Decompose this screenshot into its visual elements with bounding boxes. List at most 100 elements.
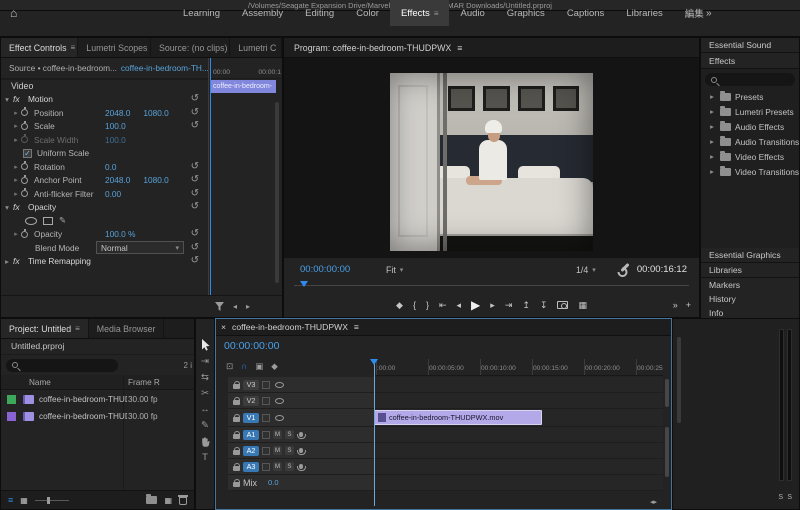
- label-color-green[interactable]: [7, 395, 16, 404]
- ellipse-mask-icon[interactable]: [25, 216, 37, 225]
- track-v3-header[interactable]: V3: [228, 377, 374, 393]
- new-item-button[interactable]: ▦: [164, 496, 172, 505]
- track-v1-badge[interactable]: V1: [243, 412, 259, 423]
- reset-motion-icon[interactable]: ↺: [191, 94, 199, 104]
- export-frame-button[interactable]: [557, 301, 569, 309]
- track-v2-badge[interactable]: V2: [243, 395, 259, 406]
- collapse-motion-icon[interactable]: ▾: [1, 95, 13, 104]
- position-x-value[interactable]: 2048.0: [105, 108, 130, 118]
- track-v3-badge[interactable]: V3: [243, 379, 259, 390]
- workspace-overflow-icon[interactable]: »: [706, 0, 712, 26]
- column-frame-rate[interactable]: Frame R: [128, 378, 160, 387]
- tab-media-browser[interactable]: Media Browser: [89, 319, 165, 338]
- program-current-timecode[interactable]: 00:00:00:00: [300, 264, 350, 275]
- expand-position-icon[interactable]: ▸: [11, 109, 21, 117]
- solo-right-button[interactable]: S: [787, 494, 792, 501]
- track-a3-lane[interactable]: [374, 459, 663, 475]
- lock-icon[interactable]: [233, 396, 240, 405]
- mini-clip-bar[interactable]: coffee-in-bedroom-: [210, 80, 276, 93]
- panel-menu-icon[interactable]: ≡: [354, 322, 359, 332]
- sync-lock-icon[interactable]: [262, 462, 270, 471]
- clip-name[interactable]: coffee-in-bedroom-THUDP: [39, 395, 127, 404]
- reset-time-remapping-icon[interactable]: ↺: [191, 256, 199, 266]
- workspace-effects[interactable]: Effects ≡: [389, 0, 450, 26]
- project-item-row[interactable]: coffee-in-bedroom-THUDP 30.00 fp: [1, 408, 194, 425]
- track-a2-lane[interactable]: [374, 443, 663, 459]
- lock-icon[interactable]: [233, 446, 240, 455]
- thumbnail-zoom-slider[interactable]: [34, 496, 69, 504]
- chevron-right-icon[interactable]: ▸: [708, 107, 716, 116]
- opacity-stopwatch-icon[interactable]: [21, 228, 34, 238]
- track-a2-badge[interactable]: A2: [243, 445, 259, 456]
- keyframe-playhead[interactable]: [210, 58, 211, 295]
- effects-folder-lumetri-presets[interactable]: ▸ Lumetri Presets: [701, 104, 799, 119]
- panel-menu-icon[interactable]: ≡: [457, 43, 462, 53]
- motion-effect-label[interactable]: Motion: [28, 94, 53, 104]
- keyframe-timeline[interactable]: 00:00 00:00:1 coffee-in-bedroom-: [208, 58, 282, 295]
- workspace-learning[interactable]: Learning: [172, 0, 231, 26]
- selection-tool[interactable]: [196, 337, 214, 353]
- workspace-assembly[interactable]: Assembly: [231, 0, 294, 26]
- timeline-scroll-buttons[interactable]: ◂▸: [650, 498, 657, 506]
- button-editor-icon[interactable]: +: [686, 300, 691, 310]
- razor-tool[interactable]: ✂: [196, 385, 214, 401]
- panel-menu-icon[interactable]: ≡: [71, 43, 76, 52]
- reset-opacity-icon[interactable]: ↺: [191, 229, 199, 239]
- step-back-button[interactable]: ◂: [457, 300, 462, 310]
- effects-folder-audio-transitions[interactable]: ▸ Audio Transitions: [701, 134, 799, 149]
- track-a2-header[interactable]: A2 M S: [228, 443, 374, 459]
- toggle-track-output-icon[interactable]: [275, 397, 284, 404]
- slip-tool[interactable]: ↔: [196, 401, 214, 417]
- expand-scale-width-icon[interactable]: ▸: [11, 136, 21, 144]
- workspace-captions[interactable]: Captions: [556, 0, 616, 26]
- source-clip-label[interactable]: Source • coffee-in-bedroom...: [9, 63, 117, 73]
- sequence-title[interactable]: coffee-in-bedroom-THUDPWX: [232, 322, 348, 332]
- mark-out-button[interactable]: }: [426, 300, 429, 310]
- tab-effect-controls[interactable]: Effect Controls ≡: [1, 38, 79, 57]
- solo-button[interactable]: S: [285, 462, 294, 471]
- chevron-right-icon[interactable]: ▸: [708, 152, 716, 161]
- master-clip-link[interactable]: coffee-in-bedroom-TH...: [121, 63, 208, 73]
- anchor-stopwatch-icon[interactable]: [21, 174, 34, 184]
- expand-anti-flicker-icon[interactable]: ▸: [11, 190, 21, 198]
- tab-project[interactable]: Project: Untitled ≡: [1, 319, 89, 338]
- anti-flicker-value[interactable]: 0.00: [105, 189, 121, 199]
- reset-rotation-icon[interactable]: ↺: [191, 161, 199, 172]
- track-v3-lane[interactable]: [374, 377, 663, 393]
- track-a1-lane[interactable]: [374, 427, 663, 443]
- settings-wrench-icon[interactable]: [620, 262, 630, 273]
- close-icon[interactable]: ×: [221, 322, 226, 332]
- delete-trash-button[interactable]: [178, 495, 188, 505]
- add-marker-icon[interactable]: ◆: [271, 361, 278, 372]
- position-y-value[interactable]: 1080.0: [143, 108, 168, 118]
- type-tool[interactable]: T: [196, 449, 214, 465]
- pen-tool[interactable]: ✎: [196, 417, 214, 433]
- next-keyframe-icon[interactable]: ▸: [246, 302, 250, 311]
- project-item-row[interactable]: coffee-in-bedroom-THUDP 30.00 fp: [1, 391, 194, 408]
- sync-lock-icon[interactable]: [262, 430, 270, 439]
- reset-opacity-effect-icon[interactable]: ↺: [191, 202, 199, 212]
- chevron-right-icon[interactable]: ▸: [708, 167, 716, 176]
- track-mix-header[interactable]: Mix 0.0: [228, 475, 374, 491]
- ripple-edit-tool[interactable]: ⇆: [196, 369, 214, 385]
- chevron-right-icon[interactable]: ▸: [708, 92, 716, 101]
- program-scrubber[interactable]: [294, 281, 689, 290]
- fx-badge-icon[interactable]: fx: [13, 202, 28, 212]
- panel-effects[interactable]: Effects: [701, 54, 799, 69]
- expand-scale-icon[interactable]: ▸: [11, 122, 21, 130]
- reset-scale-icon[interactable]: ↺: [191, 121, 199, 131]
- label-color-violet[interactable]: [7, 412, 16, 421]
- extract-button[interactable]: ↧: [540, 300, 548, 310]
- workspace-graphics[interactable]: Graphics: [496, 0, 556, 26]
- panel-markers[interactable]: Markers: [701, 278, 799, 293]
- rotation-value[interactable]: 0.0: [105, 162, 117, 172]
- expand-opacity-icon[interactable]: ▸: [11, 230, 21, 238]
- nest-indicator-icon[interactable]: ⊡: [226, 361, 233, 372]
- go-to-out-button[interactable]: ⇥: [505, 300, 513, 310]
- scrubber-playhead[interactable]: [300, 281, 308, 291]
- rectangle-mask-icon[interactable]: [43, 216, 53, 225]
- sync-lock-icon[interactable]: [262, 446, 270, 455]
- workspace-libraries[interactable]: Libraries: [615, 0, 673, 26]
- reset-position-icon[interactable]: ↺: [191, 107, 199, 118]
- timeline-vertical-scrollbar[interactable]: [665, 427, 669, 477]
